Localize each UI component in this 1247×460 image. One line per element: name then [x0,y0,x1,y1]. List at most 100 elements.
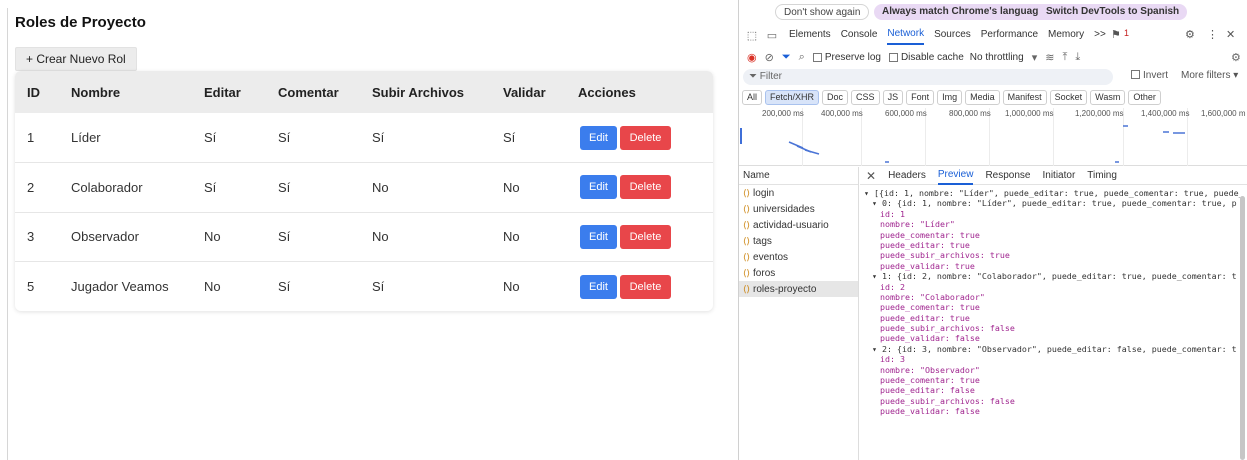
tab-preview[interactable]: Preview [937,167,974,185]
type-filter-css[interactable]: CSS [851,89,880,105]
type-filter-socket[interactable]: Socket [1049,89,1088,105]
type-filter-manifest[interactable]: Manifest [1002,89,1047,105]
request-item[interactable]: ⟨⟩ tags [739,233,858,249]
preview-line[interactable]: ▾ 0: {id: 1, nombre: "Líder", puede_edit… [860,198,1247,208]
chevron-down-icon[interactable]: ▾ [1032,51,1038,64]
cell-editar: No [192,261,266,311]
table-header-row: ID Nombre Editar Comentar Subir Archivos… [15,71,713,113]
more-filters-button[interactable]: More filters ▾ [1181,70,1238,81]
preview-line[interactable]: ▾ [{id: 1, nombre: "Líder", puede_editar… [860,188,1247,198]
preview-scrollbar[interactable] [1240,196,1245,460]
type-filter-img[interactable]: Img [937,89,963,105]
clear-icon[interactable]: ⊘ [765,51,774,64]
cell-id: 1 [27,130,35,145]
type-filter-js[interactable]: JS [882,89,904,105]
edit-button[interactable]: Edit [580,175,617,200]
filter-funnel-icon[interactable]: ⏷ [782,51,791,64]
name-column-header[interactable]: Name [739,167,858,185]
issues-flag-icon[interactable]: ⚑ [1111,25,1121,45]
tab-performance[interactable]: Performance [981,26,1038,44]
edit-button[interactable]: Edit [580,274,617,299]
preview-line: puede_comentar: true [880,302,980,313]
tab-headers[interactable]: Headers [888,168,926,184]
preview-line: id: 3 [880,354,905,365]
request-item[interactable]: ⟨⟩ foros [739,265,858,281]
xhr-icon: ⟨⟩ [743,236,751,246]
request-item[interactable]: ⟨⟩ login [739,185,858,201]
type-filter-doc[interactable]: Doc [822,89,849,105]
always-match-language-button[interactable]: Always match Chrome's language [874,4,1052,20]
upload-icon[interactable]: ⤒ [1062,51,1067,64]
inspect-element-icon[interactable]: ⬚ [745,29,759,42]
cell-nombre: Líder [71,130,101,145]
dont-show-again-button[interactable]: Don't show again [775,4,870,20]
column-header-editar: Editar [192,71,266,113]
cell-editar: Sí [204,130,217,145]
throttling-select[interactable]: No throttling [970,52,1024,63]
network-conditions-icon[interactable]: ≋ [1045,51,1054,64]
preserve-log-checkbox[interactable] [812,52,822,62]
devtools-tabbar: ⬚ ▭ Elements Console Network Sources Per… [739,25,1247,45]
invert-checkbox[interactable] [1131,70,1140,79]
cell-validar: Sí [503,130,516,145]
request-list: Name ⟨⟩ login ⟨⟩ universidades ⟨⟩ actividad… [739,167,859,460]
request-item-selected[interactable]: ⟨⟩ roles-proyecto [739,281,858,297]
tab-elements[interactable]: Elements [789,26,831,44]
invert-toggle[interactable]: Invert [1131,70,1168,81]
kebab-menu-icon[interactable]: ⋮ [1207,25,1218,45]
timeline-bar [804,149,820,155]
tab-console[interactable]: Console [841,26,878,44]
delete-button[interactable]: Delete [620,125,671,150]
cell-subir-archivos: No [360,211,491,262]
filter-placeholder: Filter [759,71,783,82]
network-settings-gear-icon[interactable]: ⚙ [1231,51,1241,64]
cell-comentar: Sí [266,211,360,262]
type-filter-all[interactable]: All [742,89,763,105]
edit-button[interactable]: Edit [580,224,617,249]
tab-timing[interactable]: Timing [1087,168,1117,184]
request-name: universidades [753,204,815,215]
tab-memory[interactable]: Memory [1048,26,1084,44]
type-filter-other[interactable]: Other [1128,89,1161,105]
device-toolbar-icon[interactable]: ▭ [765,29,779,42]
type-filter-media[interactable]: Media [965,89,1000,105]
preview-line: id: 1 [880,208,905,219]
column-header-comentar: Comentar [266,71,360,113]
request-item[interactable]: ⟨⟩ actividad-usuario [739,217,858,233]
delete-button[interactable]: Delete [620,274,671,299]
tab-network[interactable]: Network [887,25,925,45]
tab-initiator[interactable]: Initiator [1042,168,1075,184]
cell-acciones: Edit Delete [566,261,713,311]
close-icon[interactable]: ✕ [1226,25,1235,45]
network-timeline[interactable]: 200,000 ms 400,000 ms 600,000 ms 800,000… [739,108,1247,166]
search-icon[interactable]: ⌕ [799,51,805,64]
disable-cache-checkbox[interactable] [888,52,898,62]
tab-sources[interactable]: Sources [934,26,971,44]
more-tabs-button[interactable]: >> [1094,26,1106,44]
request-item[interactable]: ⟨⟩ universidades [739,201,858,217]
close-detail-icon[interactable]: ✕ [866,169,876,183]
json-preview: ▾ [{id: 1, nombre: "Líder", puede_editar… [860,185,1247,417]
create-role-button[interactable]: + Crear Nuevo Rol [15,47,137,71]
filter-input[interactable]: ⏷ Filter [743,69,1113,85]
tab-response[interactable]: Response [985,168,1030,184]
request-item[interactable]: ⟨⟩ eventos [739,249,858,265]
type-filter-wasm[interactable]: Wasm [1090,89,1126,105]
cell-subir-archivos: Sí [372,130,385,145]
type-filter-fetch-xhr[interactable]: Fetch/XHR [765,89,820,105]
delete-button[interactable]: Delete [620,175,671,200]
switch-language-button[interactable]: Switch DevTools to Spanish [1038,4,1188,20]
xhr-icon: ⟨⟩ [743,268,751,278]
preview-line[interactable]: ▾ 2: {id: 3, nombre: "Observador", puede… [860,344,1247,354]
type-filter-font[interactable]: Font [906,89,935,105]
preview-line[interactable]: ▾ 1: {id: 2, nombre: "Colaborador", pued… [860,271,1247,281]
preview-line: puede_subir_archivos: false [880,323,1015,334]
record-icon[interactable]: ◉ [747,51,757,64]
preserve-log-label: Preserve log [824,51,881,63]
download-icon[interactable]: ⤓ [1075,51,1080,64]
xhr-icon: ⟨⟩ [743,204,751,214]
edit-button[interactable]: Edit [580,125,617,150]
settings-gear-icon[interactable]: ⚙ [1185,25,1195,45]
cell-id: 3 [15,211,59,262]
delete-button[interactable]: Delete [620,224,671,249]
